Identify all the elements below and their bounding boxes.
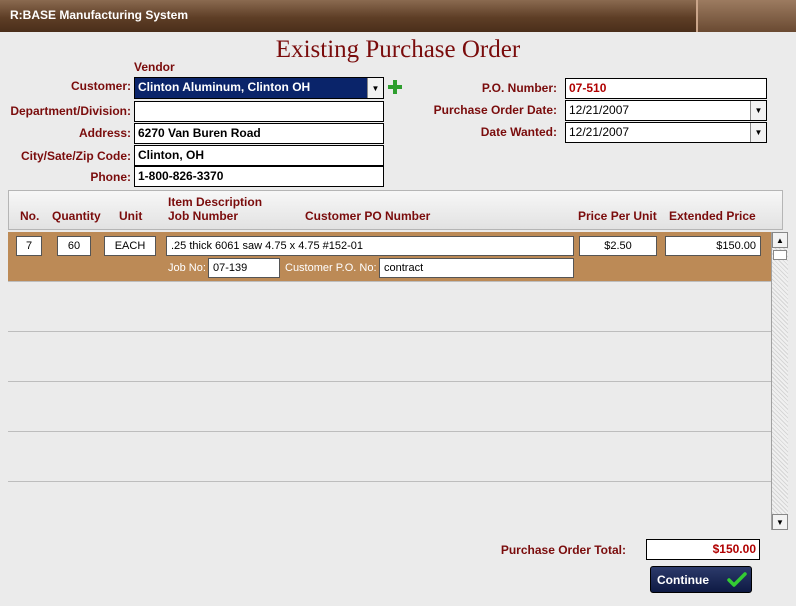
po-date-picker[interactable]: 12/21/2007 ▼ — [565, 100, 767, 121]
date-wanted-value: 12/21/2007 — [569, 125, 630, 139]
line-no-field[interactable]: 7 — [16, 236, 42, 256]
phone-field[interactable]: 1-800-826-3370 — [134, 166, 384, 187]
chevron-down-icon[interactable]: ▼ — [750, 101, 766, 120]
date-wanted-picker[interactable]: 12/21/2007 ▼ — [565, 122, 767, 143]
col-unit-header: Unit — [119, 209, 143, 223]
title-bar-tab — [698, 0, 796, 32]
continue-button[interactable]: Continue — [650, 566, 752, 593]
col-quantity-header: Quantity — [52, 209, 101, 223]
col-price-header: Price Per Unit — [578, 209, 657, 223]
job-no-label: Job No: — [168, 262, 206, 274]
grid-scrollbar[interactable]: ▲ ▼ — [771, 232, 788, 530]
customer-po-label: Customer P.O. No: — [285, 262, 377, 274]
department-label: Department/Division: — [10, 104, 131, 118]
scroll-up-icon[interactable]: ▲ — [772, 232, 788, 248]
po-number-field[interactable]: 07-510 — [565, 78, 767, 99]
customer-label: Customer: — [70, 79, 131, 93]
scroll-thumb[interactable] — [773, 250, 787, 260]
customer-select[interactable]: Clinton Aluminum, Clinton OH ▼ — [134, 77, 384, 99]
page-title: Existing Purchase Order — [275, 36, 521, 63]
po-date-value: 12/21/2007 — [569, 103, 630, 117]
address-label: Address: — [78, 126, 131, 140]
customer-po-field[interactable]: contract — [379, 258, 574, 278]
col-extended-header: Extended Price — [669, 209, 756, 223]
address-field[interactable]: 6270 Van Buren Road — [134, 123, 384, 144]
line-unit-field[interactable]: EACH — [104, 236, 156, 256]
line-items-grid: 7 60 EACH .25 thick 6061 saw 4.75 x 4.75… — [8, 232, 771, 530]
po-total-field: $150.00 — [646, 539, 760, 560]
job-no-field[interactable]: 07-139 — [208, 258, 280, 278]
department-field[interactable] — [134, 101, 384, 122]
po-number-label: P.O. Number: — [481, 81, 557, 95]
line-quantity-field[interactable]: 60 — [57, 236, 91, 256]
row-divider — [8, 431, 771, 432]
vendor-caption: Vendor — [134, 60, 175, 74]
chevron-down-icon[interactable]: ▼ — [367, 78, 383, 98]
checkmark-icon — [727, 571, 747, 587]
line-extended-field[interactable]: $150.00 — [665, 236, 761, 256]
scroll-down-icon[interactable]: ▼ — [772, 514, 788, 530]
po-date-label: Purchase Order Date: — [433, 103, 557, 117]
po-total-label: Purchase Order Total: — [500, 543, 626, 557]
chevron-down-icon[interactable]: ▼ — [750, 123, 766, 142]
table-row[interactable]: 7 60 EACH .25 thick 6061 saw 4.75 x 4.75… — [8, 232, 771, 281]
city-label: City/Sate/Zip Code: — [20, 149, 131, 163]
app-title: R:BASE Manufacturing System — [10, 8, 189, 22]
continue-label: Continue — [657, 572, 709, 587]
row-divider — [8, 481, 771, 482]
col-customer-po-header: Customer PO Number — [305, 209, 431, 223]
customer-value: Clinton Aluminum, Clinton OH — [138, 80, 311, 94]
city-field[interactable]: Clinton, OH — [134, 145, 384, 166]
row-divider — [8, 381, 771, 382]
row-divider — [8, 331, 771, 332]
col-item-description-header: Item Description — [168, 195, 263, 209]
col-job-number-header: Job Number — [168, 209, 239, 223]
line-price-field[interactable]: $2.50 — [579, 236, 657, 256]
col-no-header: No. — [20, 209, 40, 223]
date-wanted-label: Date Wanted: — [480, 125, 557, 139]
phone-label: Phone: — [90, 170, 131, 184]
line-description-field[interactable]: .25 thick 6061 saw 4.75 x 4.75 #152-01 — [166, 236, 574, 256]
row-divider — [8, 281, 771, 282]
